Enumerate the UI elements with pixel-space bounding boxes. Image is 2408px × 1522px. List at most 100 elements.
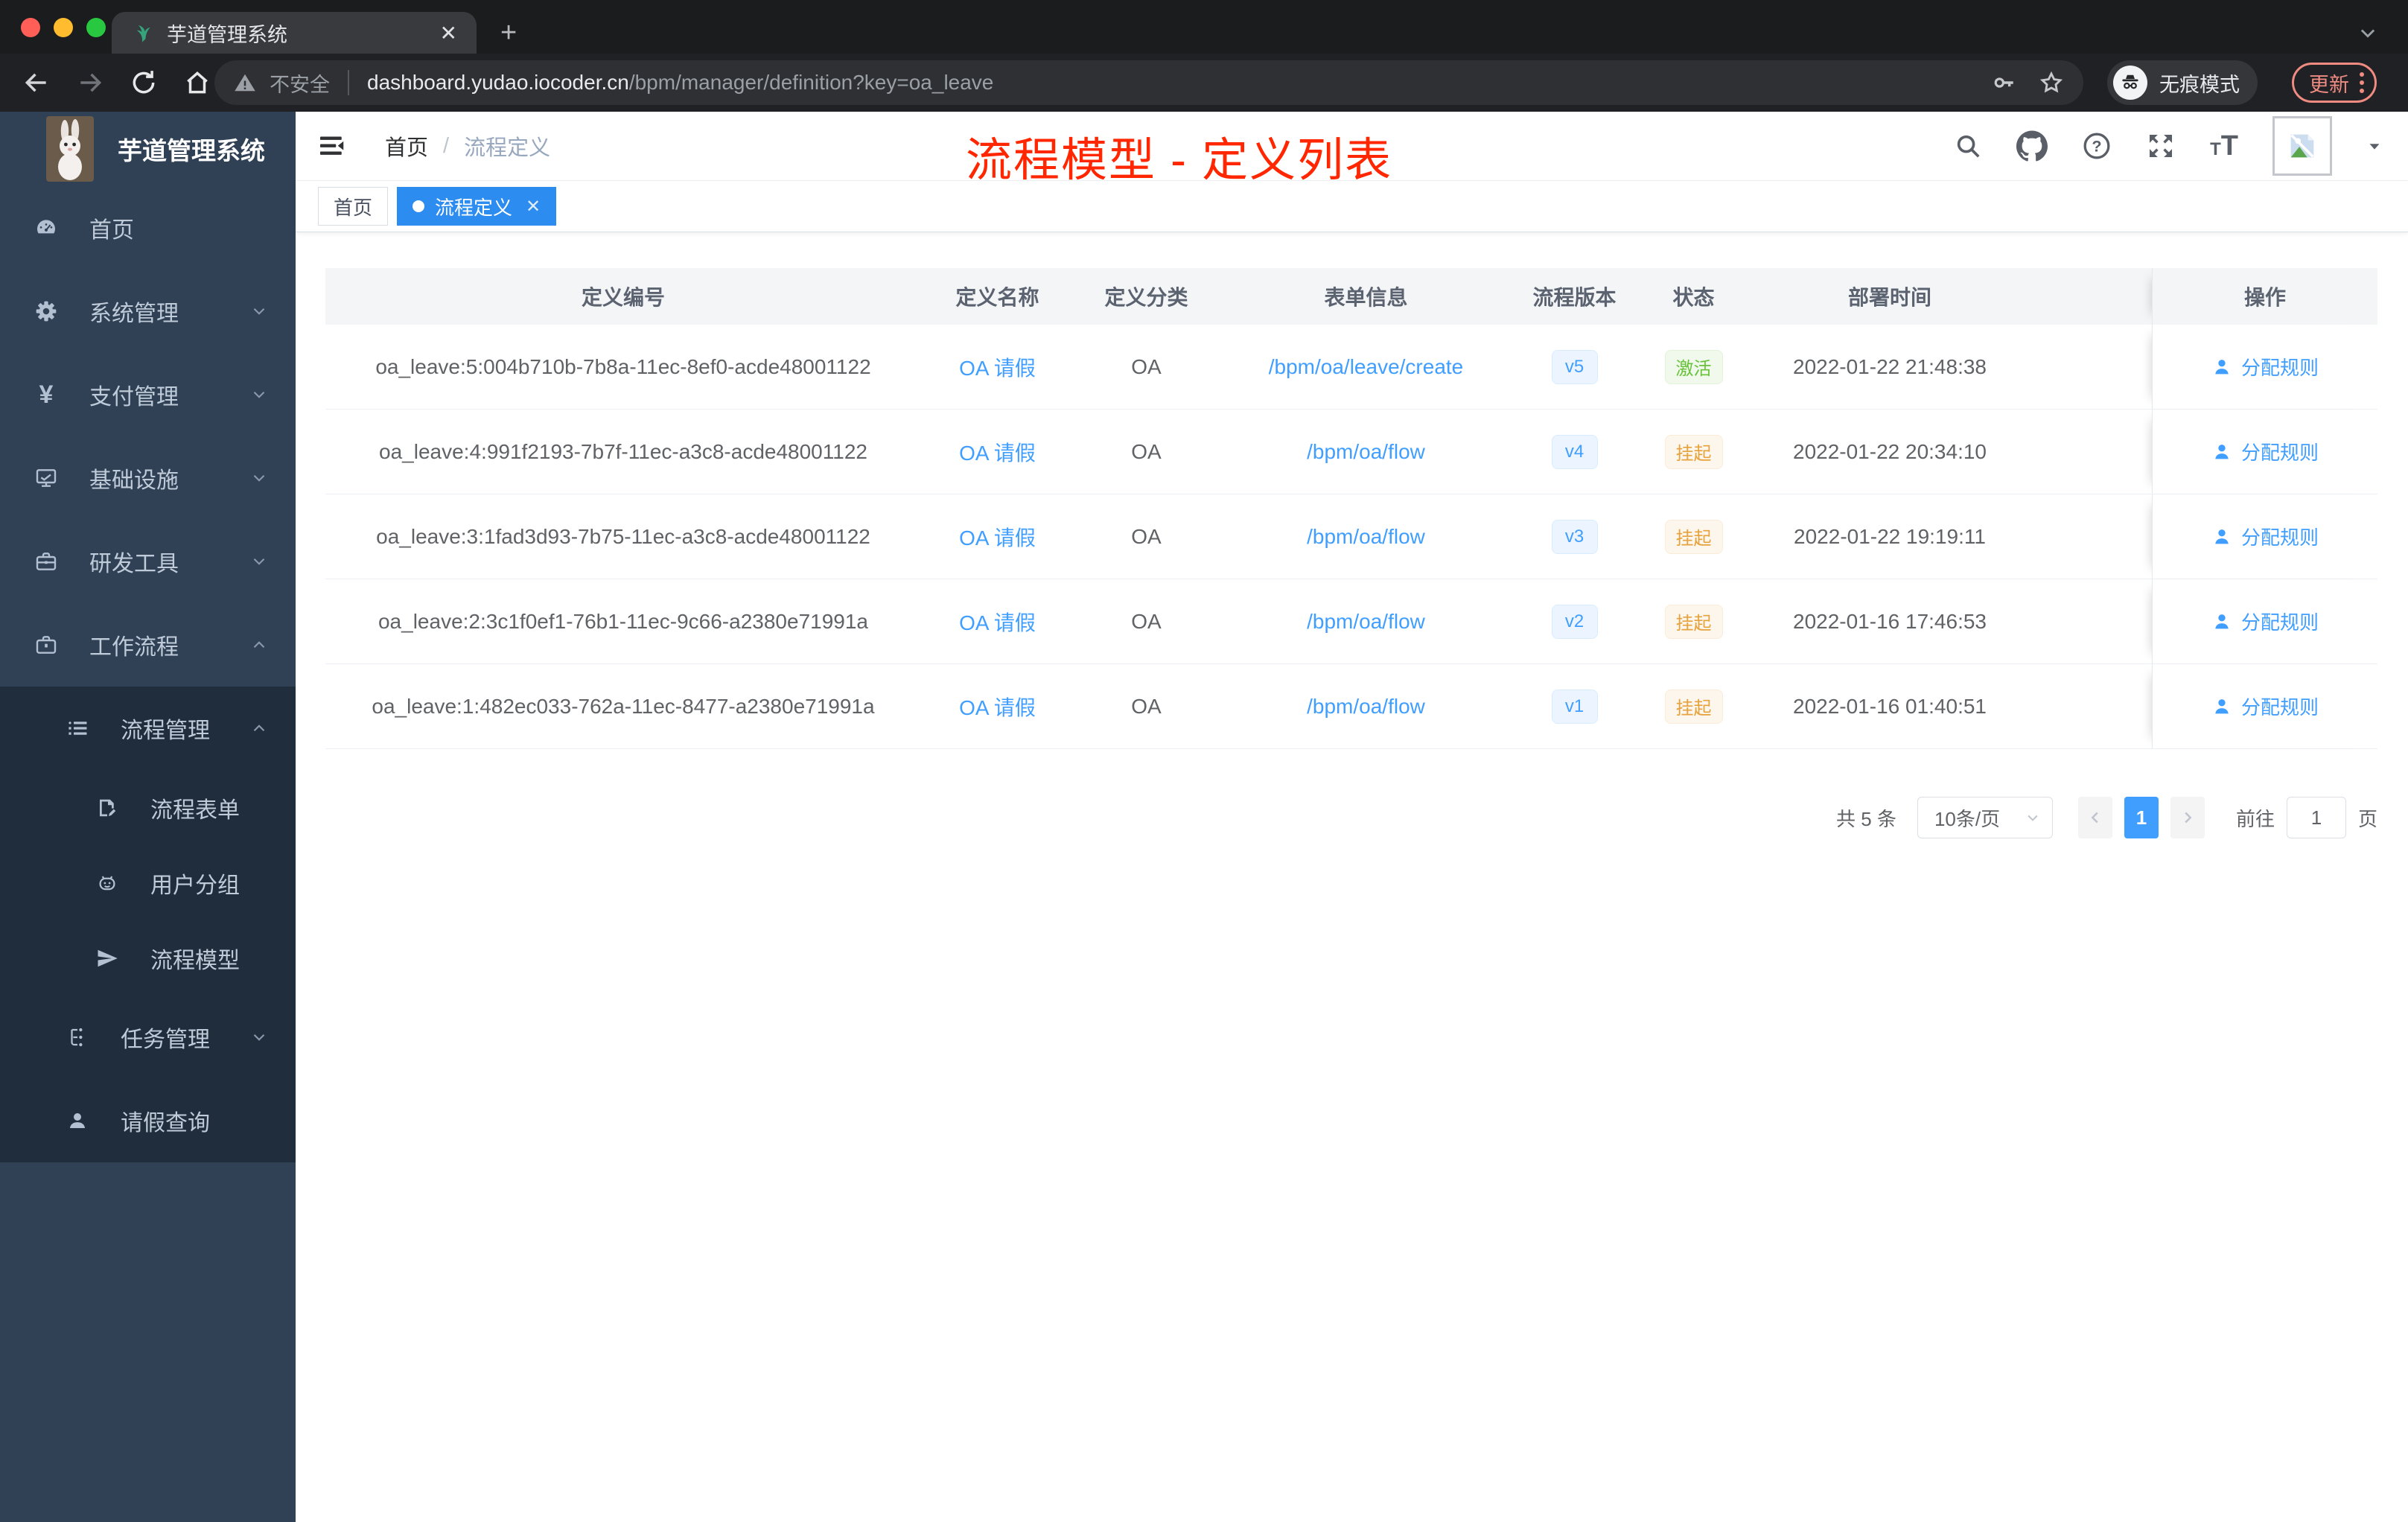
fullscreen-icon[interactable] <box>2146 131 2176 161</box>
chevron-down-icon <box>249 468 269 488</box>
sidebar-logo[interactable]: 芋道管理系统 <box>0 112 296 186</box>
form-link[interactable]: /bpm/oa/leave/create <box>1269 355 1464 379</box>
next-page-button[interactable] <box>2170 797 2205 838</box>
sidebar-item-process-model[interactable]: 流程模型 <box>0 920 296 996</box>
sidebar-item-workflow[interactable]: 工作流程 <box>0 603 296 687</box>
definition-name-link[interactable]: OA 请假 <box>959 522 1036 552</box>
security-label[interactable]: 不安全 <box>270 69 330 98</box>
sidebar-item-task-management[interactable]: 任务管理 <box>0 996 296 1079</box>
close-window-button[interactable] <box>21 18 40 37</box>
reload-icon[interactable] <box>130 69 158 97</box>
cell-definition-id: oa_leave:5:004b710b-7b8a-11ec-8ef0-acde4… <box>375 354 871 378</box>
cell-category: OA <box>1131 524 1162 548</box>
sidebar-menu: 首页 系统管理 ¥ 支付管理 基础设施 研发工具 工作流程 流程管理 流程表单 … <box>0 186 296 1162</box>
svg-text:?: ? <box>2092 137 2101 156</box>
assign-rule-button[interactable]: 分配规则 <box>2211 438 2319 465</box>
help-icon[interactable]: ? <box>2082 131 2112 161</box>
url-domain: dashboard.yudao.iocoder.cn <box>367 71 629 94</box>
assign-rule-button[interactable]: 分配规则 <box>2211 692 2319 720</box>
version-badge: v1 <box>1551 689 1598 724</box>
table-row: oa_leave:2:3c1f0ef1-76b1-11ec-9c66-a2380… <box>325 579 2377 664</box>
incognito-badge[interactable]: 无痕模式 <box>2107 60 2258 105</box>
sidebar-item-label: 研发工具 <box>89 552 179 576</box>
incognito-icon <box>2113 66 2147 100</box>
sidebar: 芋道管理系统 首页 系统管理 ¥ 支付管理 基础设施 研发工具 工作流程 流程管… <box>0 112 296 1522</box>
incognito-label: 无痕模式 <box>2159 73 2240 96</box>
form-link[interactable]: /bpm/oa/flow <box>1307 525 1425 549</box>
minimize-window-button[interactable] <box>54 18 73 37</box>
sidebar-item-infrastructure[interactable]: 基础设施 <box>0 436 296 520</box>
browser-tab[interactable]: 芋道管理系统 ✕ <box>112 12 477 54</box>
tab-close-icon[interactable]: ✕ <box>440 21 457 45</box>
column-header-filler <box>2028 268 2152 325</box>
assign-rule-button[interactable]: 分配规则 <box>2211 523 2319 550</box>
definition-table: 定义编号 定义名称 定义分类 表单信息 流程版本 状态 部署时间 操作 oa_l… <box>325 268 2377 749</box>
robot-icon <box>95 872 119 894</box>
avatar[interactable] <box>2272 116 2332 176</box>
column-header-form: 表单信息 <box>1324 286 1408 309</box>
version-badge: v3 <box>1551 519 1598 554</box>
assign-rule-button[interactable]: 分配规则 <box>2211 608 2319 635</box>
password-key-icon[interactable] <box>1991 70 2016 95</box>
search-icon[interactable] <box>1954 132 1982 160</box>
workflow-submenu: 流程管理 流程表单 用户分组 流程模型 任务管理 请假查询 <box>0 687 296 1162</box>
browser-menu-icon[interactable] <box>2360 72 2364 93</box>
back-icon[interactable] <box>22 69 51 97</box>
sidebar-item-payment[interactable]: ¥ 支付管理 <box>0 353 296 436</box>
sidebar-item-system[interactable]: 系统管理 <box>0 270 296 353</box>
tag-home[interactable]: 首页 <box>318 187 389 226</box>
tag-close-icon[interactable]: ✕ <box>526 196 541 217</box>
tag-process-definition[interactable]: 流程定义 ✕ <box>397 187 557 226</box>
cell-deploy-time: 2022-01-22 21:48:38 <box>1793 354 1987 378</box>
definition-name-link[interactable]: OA 请假 <box>959 352 1036 382</box>
prev-page-button[interactable] <box>2077 797 2112 838</box>
definition-name-link[interactable]: OA 请假 <box>959 437 1036 467</box>
briefcase-icon <box>34 633 58 657</box>
forward-icon[interactable] <box>76 69 104 97</box>
address-bar[interactable]: 不安全 dashboard.yudao.iocoder.cn/bpm/manag… <box>214 60 2083 105</box>
logo-rabbit-image <box>46 116 94 182</box>
sidebar-item-process-form[interactable]: 流程表单 <box>0 770 296 845</box>
cell-definition-id: oa_leave:4:991f2193-7b7f-11ec-a3c8-acde4… <box>379 439 867 463</box>
github-icon[interactable] <box>2016 130 2048 162</box>
form-link[interactable]: /bpm/oa/flow <box>1307 695 1425 719</box>
cell-filler <box>2028 579 2152 663</box>
sidebar-item-process-management[interactable]: 流程管理 <box>0 687 296 770</box>
sidebar-item-label: 首页 <box>89 218 134 243</box>
omnibox-divider <box>348 70 349 95</box>
version-badge: v2 <box>1551 604 1598 639</box>
font-size-icon[interactable]: TT <box>2210 130 2238 162</box>
toolbox-icon <box>34 550 58 573</box>
chevron-up-icon <box>249 719 269 738</box>
select-chevron-down-icon <box>2028 815 2038 821</box>
sidebar-item-label: 流程管理 <box>121 719 210 743</box>
page-size-value: 10条/页 <box>1934 807 2001 830</box>
page-number-button[interactable]: 1 <box>2124 797 2159 838</box>
column-header-category: 定义分类 <box>1104 286 1188 309</box>
definition-name-link[interactable]: OA 请假 <box>959 692 1036 722</box>
form-link[interactable]: /bpm/oa/flow <box>1307 610 1425 634</box>
home-icon[interactable] <box>183 69 211 97</box>
bookmark-star-icon[interactable] <box>2039 70 2064 95</box>
sidebar-item-user-group[interactable]: 用户分组 <box>0 845 296 920</box>
tab-search-chevron-icon[interactable] <box>2357 22 2378 43</box>
status-badge: 挂起 <box>1664 519 1723 554</box>
assign-rule-button[interactable]: 分配规则 <box>2211 353 2319 380</box>
sidebar-item-leave-query[interactable]: 请假查询 <box>0 1079 296 1162</box>
security-warning-icon[interactable] <box>234 71 256 94</box>
zoom-window-button[interactable] <box>86 18 106 37</box>
url-text[interactable]: dashboard.yudao.iocoder.cn/bpm/manager/d… <box>367 71 1978 95</box>
browser-update-button[interactable]: 更新 <box>2292 63 2377 103</box>
column-header-time: 部署时间 <box>1847 286 1931 309</box>
form-link[interactable]: /bpm/oa/flow <box>1307 440 1425 464</box>
chevron-up-icon <box>249 635 269 655</box>
breadcrumb-home[interactable]: 首页 <box>385 130 428 162</box>
hamburger-icon[interactable] <box>316 131 346 161</box>
page-size-select[interactable]: 10条/页 <box>1917 797 2053 838</box>
new-tab-button[interactable]: + <box>500 19 517 47</box>
sidebar-item-devtools[interactable]: 研发工具 <box>0 520 296 603</box>
avatar-caret-down-icon[interactable] <box>2366 138 2383 154</box>
sidebar-item-home[interactable]: 首页 <box>0 186 296 270</box>
definition-name-link[interactable]: OA 请假 <box>959 607 1036 637</box>
goto-page-input[interactable] <box>2286 797 2346 838</box>
